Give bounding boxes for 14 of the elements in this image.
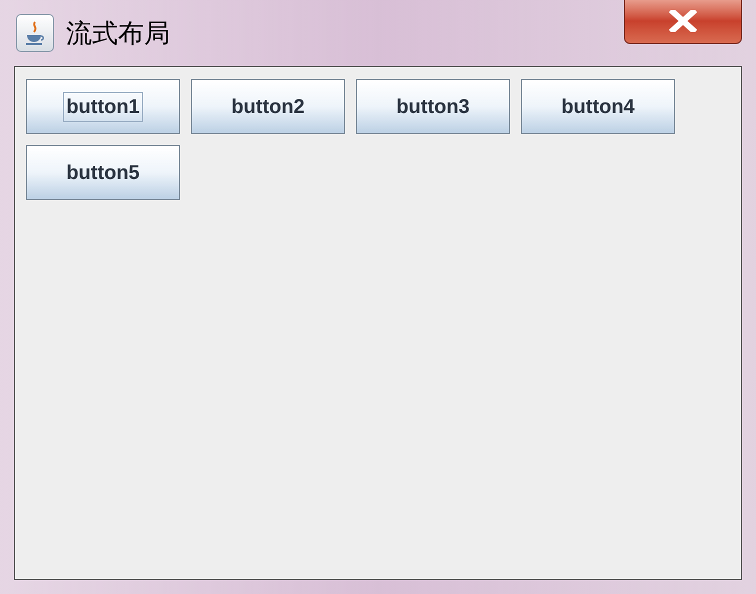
- close-button[interactable]: [624, 0, 742, 44]
- push-button[interactable]: button5: [26, 145, 180, 200]
- focus-ring: button1: [63, 92, 143, 122]
- push-button[interactable]: button3: [356, 79, 510, 134]
- window-title: 流式布局: [66, 17, 170, 50]
- focus-ring: button3: [395, 94, 471, 120]
- focus-ring: button4: [560, 94, 636, 120]
- java-cup-icon: [16, 14, 54, 52]
- push-button[interactable]: button1: [26, 79, 180, 134]
- push-button[interactable]: button4: [521, 79, 675, 134]
- focus-ring: button2: [230, 94, 306, 120]
- push-button[interactable]: button2: [191, 79, 345, 134]
- close-icon: [669, 10, 697, 32]
- focus-ring: button5: [65, 160, 141, 186]
